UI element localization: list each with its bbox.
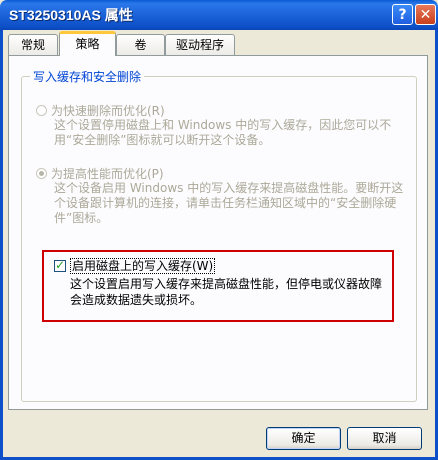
group-label: 写入缓存和安全删除 xyxy=(30,68,145,85)
help-button[interactable]: ? xyxy=(392,4,413,25)
quick-removal-radio[interactable] xyxy=(36,105,47,116)
performance-option[interactable]: 为提高性能而优化(P) xyxy=(36,165,164,182)
quick-removal-label: 为快速删除而优化(R) xyxy=(51,104,165,118)
tab-driver[interactable]: 驱动程序 xyxy=(165,34,235,55)
write-cache-highlight: 启用磁盘上的写入缓存(W) 这个设置启用写入缓存来提高磁盘性能，但停电或仪器故障… xyxy=(42,250,394,322)
performance-description: 这个设备启用 Windows 中的写入缓存来提高磁盘性能。要断开这个设备跟计算机… xyxy=(54,181,404,225)
close-icon: ✕ xyxy=(419,6,432,23)
ok-button[interactable]: 确定 xyxy=(266,427,341,450)
tab-panel: 写入缓存和安全删除 为快速删除而优化(R) 这个设置停用磁盘上和 Windows… xyxy=(8,55,428,410)
enable-write-cache-checkbox[interactable] xyxy=(54,258,66,272)
tab-general[interactable]: 常规 xyxy=(8,34,58,55)
quick-removal-option[interactable]: 为快速删除而优化(R) xyxy=(36,102,165,119)
performance-radio[interactable] xyxy=(36,168,47,179)
cancel-button[interactable]: 取消 xyxy=(347,427,422,450)
performance-label: 为提高性能而优化(P) xyxy=(51,167,164,181)
title-bar[interactable]: ST3250310AS 属性 ? ✕ xyxy=(0,0,438,30)
tab-policy[interactable]: 策略 xyxy=(59,31,116,56)
quick-removal-description: 这个设置停用磁盘上和 Windows 中的写入缓存，因此您可以不用“安全删除”图… xyxy=(54,118,392,147)
close-button[interactable]: ✕ xyxy=(415,4,436,25)
help-icon: ? xyxy=(398,6,407,23)
enable-write-cache-label[interactable]: 启用磁盘上的写入缓存(W) xyxy=(70,258,216,274)
window-frame-left xyxy=(0,30,3,460)
tab-volume[interactable]: 卷 xyxy=(116,34,165,55)
enable-write-cache-option[interactable]: 启用磁盘上的写入缓存(W) xyxy=(54,257,216,274)
window-title: ST3250310AS 属性 xyxy=(9,7,133,23)
enable-write-cache-description: 这个设置启用写入缓存来提高磁盘性能，但停电或仪器故障会造成数据遗失或损坏。 xyxy=(70,277,383,307)
write-cache-group: 写入缓存和安全删除 为快速删除而优化(R) 这个设置停用磁盘上和 Windows… xyxy=(21,68,417,402)
